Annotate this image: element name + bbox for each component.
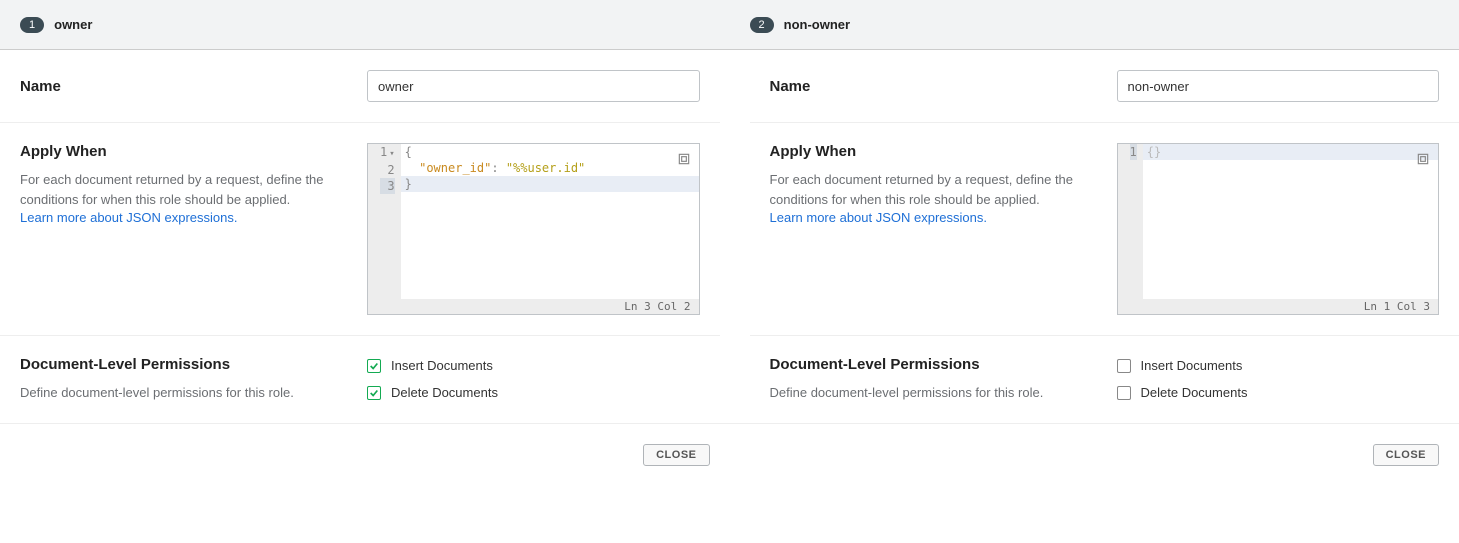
checkbox-delete-documents[interactable]: Delete Documents [367, 385, 700, 400]
code-area[interactable]: { "owner_id": "%%user.id" } [401, 144, 699, 299]
checkbox-icon [1117, 359, 1131, 373]
apply-when-desc: For each document returned by a request,… [20, 170, 347, 209]
name-input[interactable] [1117, 70, 1440, 102]
fold-icon[interactable]: ▾ [389, 146, 394, 162]
name-label: Name [770, 78, 1097, 95]
checkbox-icon [1117, 386, 1131, 400]
editor-gutter: 1 [1118, 144, 1143, 299]
checkbox-insert-documents[interactable]: Insert Documents [367, 358, 700, 373]
expand-icon[interactable] [675, 150, 693, 168]
checkbox-icon [367, 386, 381, 400]
json-editor[interactable]: 1▾ 2 3 { "owner_id": "%%user.id" } [367, 143, 700, 315]
role-tabs: 1 owner 2 non-owner [0, 0, 1459, 50]
name-label: Name [20, 78, 347, 95]
learn-more-link[interactable]: Learn more about JSON expressions. [20, 210, 238, 225]
checkbox-icon [367, 359, 381, 373]
json-editor[interactable]: 1 {} Ln 1 Col 3 [1117, 143, 1440, 315]
editor-gutter: 1▾ 2 3 [368, 144, 401, 299]
checkbox-label: Delete Documents [391, 385, 498, 400]
learn-more-link[interactable]: Learn more about JSON expressions. [770, 210, 988, 225]
tab-label: owner [54, 17, 92, 32]
apply-when-label: Apply When [770, 143, 1097, 160]
checkbox-insert-documents[interactable]: Insert Documents [1117, 358, 1440, 373]
checkbox-label: Insert Documents [391, 358, 493, 373]
apply-when-desc: For each document returned by a request,… [770, 170, 1097, 209]
close-button[interactable]: CLOSE [643, 444, 709, 466]
tab-label: non-owner [784, 17, 850, 32]
checkbox-label: Insert Documents [1141, 358, 1243, 373]
role-panel-owner: Name Apply When For each document return… [0, 50, 730, 423]
editor-status: Ln 1 Col 3 [1118, 299, 1439, 314]
tab-badge: 2 [750, 17, 774, 33]
expand-icon[interactable] [1414, 150, 1432, 168]
close-button[interactable]: CLOSE [1373, 444, 1439, 466]
doc-perms-desc: Define document-level permissions for th… [20, 383, 347, 403]
tab-badge: 1 [20, 17, 44, 33]
checkbox-delete-documents[interactable]: Delete Documents [1117, 385, 1440, 400]
doc-perms-label: Document-Level Permissions [20, 356, 347, 373]
tab-non-owner[interactable]: 2 non-owner [730, 0, 1459, 49]
role-panel-non-owner: Name Apply When For each document return… [730, 50, 1459, 423]
tab-owner[interactable]: 1 owner [0, 0, 730, 49]
doc-perms-label: Document-Level Permissions [770, 356, 1097, 373]
editor-status: Ln 3 Col 2 [368, 299, 699, 314]
checkbox-label: Delete Documents [1141, 385, 1248, 400]
apply-when-label: Apply When [20, 143, 347, 160]
doc-perms-desc: Define document-level permissions for th… [770, 383, 1097, 403]
name-input[interactable] [367, 70, 700, 102]
code-area[interactable]: {} [1143, 144, 1438, 299]
